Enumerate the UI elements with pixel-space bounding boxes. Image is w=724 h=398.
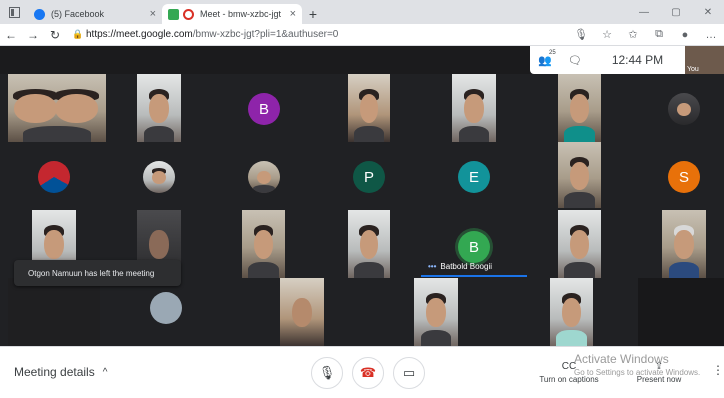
profile-icon[interactable]: ● — [672, 24, 698, 46]
participant-video — [558, 74, 601, 142]
participant-photo-avatar — [143, 161, 175, 193]
collections-icon[interactable]: ⧉ — [646, 24, 672, 46]
more-options-icon[interactable]: ⋮ — [712, 363, 724, 377]
settings-more-icon[interactable]: … — [698, 24, 724, 46]
participant-photo-avatar — [668, 93, 700, 125]
microphone-icon: 🎙 — [318, 365, 336, 380]
activate-windows-watermark: Activate Windows Go to Settings to activ… — [574, 352, 700, 377]
tab-close-icon[interactable]: × — [150, 8, 156, 20]
url-domain: https://meet.google.com — [86, 29, 193, 40]
chat-icon: 🗨 — [568, 54, 582, 67]
participants-count: 25 — [549, 49, 556, 56]
participant-video — [348, 210, 390, 278]
new-tab-button[interactable]: + — [302, 4, 324, 24]
tab-title: Meet - bmw-xzbc-jgt — [200, 9, 282, 19]
tab-facebook[interactable]: (5) Facebook × — [28, 4, 162, 24]
watermark-subtitle: Go to Settings to activate Windows. — [574, 368, 701, 377]
participant-video — [638, 278, 724, 346]
participant-video — [550, 278, 593, 346]
participant-video — [452, 74, 496, 142]
self-view[interactable]: You — [685, 46, 724, 74]
tab-close-icon[interactable]: × — [290, 8, 296, 20]
microphone-button[interactable]: 🎙 — [311, 357, 343, 389]
speaking-indicator-icon: ••• — [428, 262, 437, 271]
watermark-title: Activate Windows — [574, 352, 669, 366]
chevron-up-icon: ^ — [102, 366, 108, 378]
browser-tab-strip: (5) Facebook × Meet - bmw-xzbc-jgt × + —… — [0, 0, 724, 24]
microphone-permission-icon[interactable]: 🎙 — [568, 24, 594, 46]
participant-video — [662, 210, 706, 278]
participant-video — [414, 278, 458, 346]
participant-video — [8, 74, 106, 142]
left-meeting-toast: Otgon Namuun has left the meeting — [14, 260, 181, 286]
forward-button[interactable]: → — [22, 24, 44, 46]
participant-avatar: E — [458, 161, 490, 193]
browser-toolbar: ← → ↻ 🔒 https://meet.google.com /bmw-xzb… — [0, 24, 724, 46]
camera-icon: ▭ — [402, 365, 416, 380]
address-bar[interactable]: 🔒 https://meet.google.com /bmw-xzbc-jgt?… — [66, 26, 568, 44]
back-button[interactable]: ← — [0, 24, 22, 46]
participant-video — [8, 278, 100, 346]
tab-meet[interactable]: Meet - bmw-xzbc-jgt × — [162, 4, 302, 24]
meeting-info-panel: 👥 25 🗨 12:44 PM — [530, 46, 685, 74]
tab-actions-icon[interactable] — [0, 0, 28, 24]
end-call-icon: ☎ — [359, 365, 377, 380]
facebook-icon — [34, 8, 45, 20]
close-window-button[interactable]: ✕ — [692, 0, 724, 24]
minimize-button[interactable]: — — [628, 0, 660, 24]
tab-title: (5) Facebook — [51, 9, 105, 19]
meeting-grid: B P E S B ••• Batbold Boogii 👥 25 🗨 12:44… — [0, 46, 724, 346]
participant-avatar: P — [353, 161, 385, 193]
participant-video — [280, 278, 324, 346]
participant-video — [348, 74, 390, 142]
meeting-details-button[interactable]: Meeting details ^ — [14, 365, 107, 379]
add-favorite-icon[interactable]: ☆ — [594, 24, 620, 46]
meeting-clock: 12:44 PM — [611, 53, 664, 67]
participants-button[interactable]: 👥 25 — [530, 50, 560, 67]
favorites-icon[interactable]: ✩ — [620, 24, 646, 46]
participant-video — [558, 210, 601, 278]
chat-button[interactable]: 🗨 — [560, 54, 590, 67]
camera-button[interactable]: ▭ — [393, 357, 425, 389]
speaker-name-text: Batbold Boogii — [440, 262, 492, 271]
url-path: /bmw-xzbc-jgt?pli=1&authuser=0 — [192, 29, 339, 40]
meet-icon — [168, 8, 179, 20]
restore-button[interactable]: ▢ — [660, 0, 692, 24]
reload-button[interactable]: ↻ — [44, 24, 66, 46]
participant-photo-avatar — [248, 161, 280, 193]
leave-call-button[interactable]: ☎ — [352, 357, 384, 389]
participant-avatar: B — [248, 93, 280, 125]
participant-photo-avatar — [38, 161, 70, 193]
lock-icon[interactable]: 🔒 — [72, 29, 86, 40]
participant-avatar: S — [668, 161, 700, 193]
participant-photo-avatar — [150, 292, 182, 324]
participant-video — [558, 142, 601, 208]
participant-video — [242, 210, 285, 278]
active-speaker-name: ••• Batbold Boogii — [428, 262, 492, 271]
meeting-details-label: Meeting details — [14, 365, 95, 379]
participant-avatar: B — [458, 231, 490, 263]
active-speaker-bar — [421, 275, 527, 277]
self-view-label: You — [687, 66, 699, 73]
recording-icon — [183, 8, 194, 20]
participant-video — [137, 74, 181, 142]
tab-actions-icon — [8, 6, 20, 18]
